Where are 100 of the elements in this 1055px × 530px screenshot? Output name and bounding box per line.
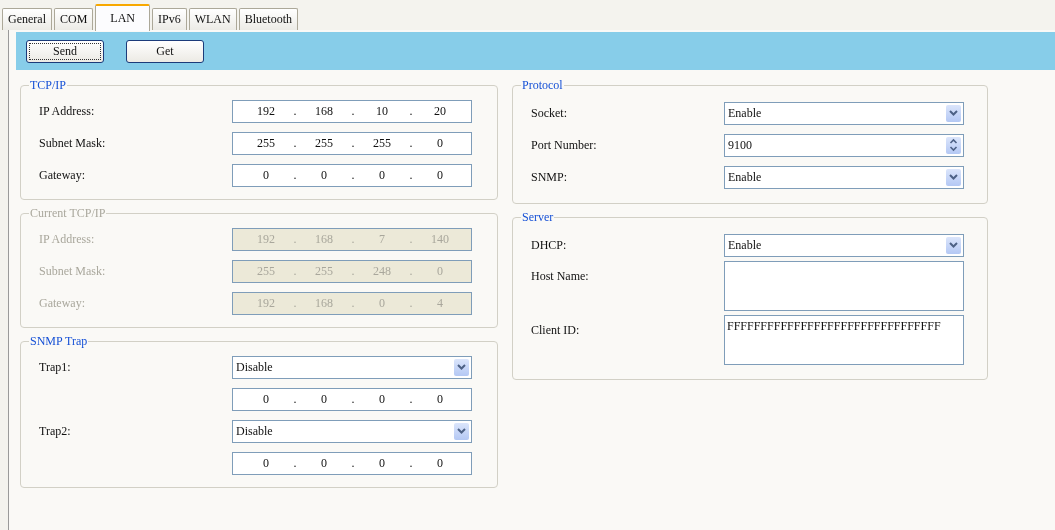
ip-address-field[interactable]: 0 . 0 . 0 . 0 xyxy=(232,451,472,475)
octet-value: 7 xyxy=(378,231,386,247)
separator-dot: . xyxy=(350,295,356,311)
octet-value: 0 xyxy=(262,391,270,407)
dropdown[interactable]: Disable xyxy=(232,355,472,379)
octet-value: 255 xyxy=(372,135,392,151)
separator-dot: . xyxy=(408,263,414,279)
tab[interactable]: LAN xyxy=(95,4,150,31)
separator-dot: . xyxy=(408,103,414,119)
separator-dot: . xyxy=(292,455,298,471)
octet-value: 248 xyxy=(372,263,392,279)
field-label: Trap1: xyxy=(39,359,71,374)
octet-value: 192 xyxy=(256,295,276,311)
dropdown[interactable]: Enable xyxy=(724,101,964,125)
separator-dot: . xyxy=(292,103,298,119)
field-label: Trap2: xyxy=(39,423,71,438)
octet-value: 255 xyxy=(314,263,334,279)
separator-dot: . xyxy=(350,391,356,407)
octet-value: 0 xyxy=(262,455,270,471)
group-title: TCP/IP xyxy=(29,78,67,93)
text-area[interactable]: FFFFFFFFFFFFFFFFFFFFFFFFFFFFFFFF xyxy=(724,315,964,365)
chevron-down-icon[interactable] xyxy=(946,236,961,254)
octet-value: 0 xyxy=(436,135,444,151)
tab[interactable]: General xyxy=(2,8,52,30)
action-button[interactable]: Send xyxy=(26,39,104,63)
chevron-down-icon[interactable] xyxy=(454,358,469,376)
octet-value: 0 xyxy=(262,167,270,183)
group-title: SNMP Trap xyxy=(29,334,89,349)
field-label: Subnet Mask: xyxy=(39,135,106,150)
separator-dot: . xyxy=(292,295,298,311)
separator-dot: . xyxy=(408,391,414,407)
ip-address-field[interactable]: 0 . 0 . 0 . 0 xyxy=(232,163,472,187)
octet-value: 0 xyxy=(436,455,444,471)
dropdown[interactable]: Enable xyxy=(724,165,964,189)
ip-address-field[interactable]: 0 . 0 . 0 . 0 xyxy=(232,387,472,411)
group-title: Server xyxy=(521,210,555,225)
octet-value: 20 xyxy=(433,103,447,119)
octet-value: 255 xyxy=(256,135,276,151)
field-label: Port Number: xyxy=(531,137,597,152)
separator-dot: . xyxy=(292,391,298,407)
spin-arrows-icon[interactable] xyxy=(946,136,961,154)
octet-value: 0 xyxy=(320,167,328,183)
text-area[interactable] xyxy=(724,261,964,311)
dropdown[interactable]: Disable xyxy=(232,419,472,443)
separator-dot: . xyxy=(408,231,414,247)
field-label: IP Address: xyxy=(39,103,95,118)
octet-value: 168 xyxy=(314,295,334,311)
octet-value: 4 xyxy=(436,295,444,311)
field-label: Gateway: xyxy=(39,167,85,182)
separator-dot: . xyxy=(292,135,298,151)
separator-dot: . xyxy=(350,135,356,151)
separator-dot: . xyxy=(350,167,356,183)
field-label: IP Address: xyxy=(39,231,95,246)
octet-value: 0 xyxy=(320,391,328,407)
chevron-down-icon[interactable] xyxy=(946,104,961,122)
octet-value: 255 xyxy=(256,263,276,279)
separator-dot: . xyxy=(292,263,298,279)
separator-dot: . xyxy=(408,135,414,151)
octet-value: 0 xyxy=(436,167,444,183)
octet-value: 168 xyxy=(314,103,334,119)
field-label: Client ID: xyxy=(531,323,580,337)
ip-address-field[interactable]: 192 . 168 . 10 . 20 xyxy=(232,99,472,123)
separator-dot: . xyxy=(292,167,298,183)
separator-dot: . xyxy=(408,455,414,471)
action-button[interactable]: Get xyxy=(126,39,204,63)
group-title: Protocol xyxy=(521,78,564,93)
separator-dot: . xyxy=(408,295,414,311)
octet-value: 0 xyxy=(436,263,444,279)
octet-value: 0 xyxy=(378,391,386,407)
octet-value: 0 xyxy=(378,295,386,311)
tab[interactable]: IPv6 xyxy=(152,8,187,30)
chevron-down-icon[interactable] xyxy=(454,422,469,440)
ip-address-field[interactable]: 255 . 255 . 255 . 0 xyxy=(232,131,472,155)
separator-dot: . xyxy=(350,231,356,247)
group-title: Current TCP/IP xyxy=(29,206,107,221)
dropdown[interactable]: Enable xyxy=(724,233,964,257)
separator-dot: . xyxy=(408,167,414,183)
separator-dot: . xyxy=(350,103,356,119)
field-label: Socket: xyxy=(531,105,567,120)
octet-value: 168 xyxy=(314,231,334,247)
octet-value: 140 xyxy=(430,231,450,247)
tab[interactable]: COM xyxy=(54,8,94,30)
field-label: SNMP: xyxy=(531,169,568,184)
field-label: Subnet Mask: xyxy=(39,263,106,278)
octet-value: 192 xyxy=(256,103,276,119)
tab[interactable]: WLAN xyxy=(188,8,237,30)
octet-value: 10 xyxy=(375,103,389,119)
octet-value: 0 xyxy=(320,455,328,471)
octet-value: 0 xyxy=(436,391,444,407)
octet-value: 255 xyxy=(314,135,334,151)
field-label: DHCP: xyxy=(531,237,567,252)
octet-value: 192 xyxy=(256,231,276,247)
field-label: Gateway: xyxy=(39,295,85,310)
tab[interactable]: Bluetooth xyxy=(238,8,298,30)
separator-dot: . xyxy=(350,263,356,279)
field-label: Host Name: xyxy=(531,269,589,283)
chevron-down-icon[interactable] xyxy=(946,168,961,186)
octet-value: 0 xyxy=(378,455,386,471)
separator-dot: . xyxy=(292,231,298,247)
number-field[interactable]: 9100 xyxy=(724,133,964,157)
